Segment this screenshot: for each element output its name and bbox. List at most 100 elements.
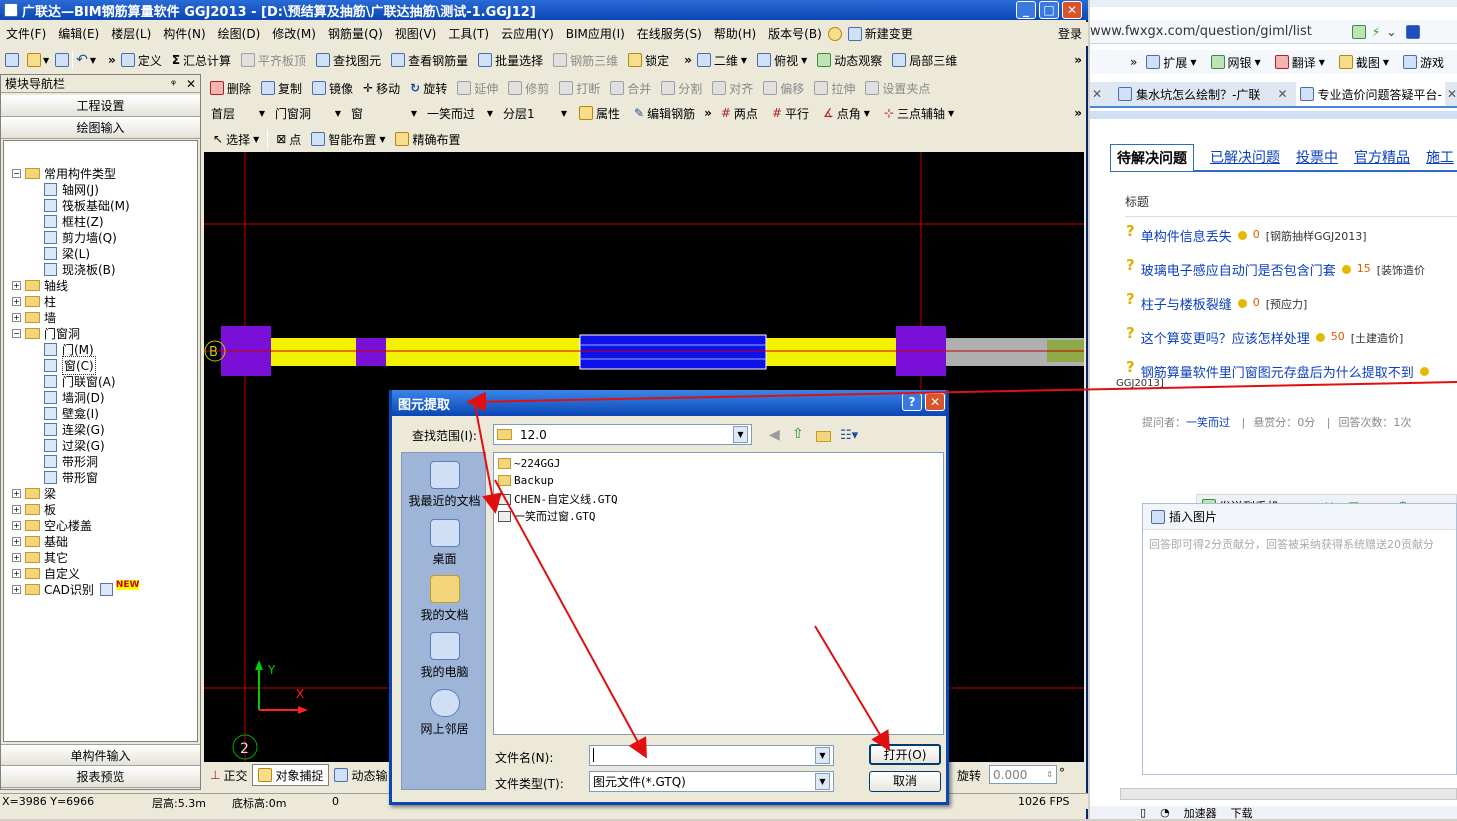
tree-node[interactable]: 剪力墙(Q) xyxy=(4,229,197,245)
category-select[interactable]: 门窗洞 ▼ xyxy=(272,104,344,123)
overflow-chevron-icon[interactable]: » xyxy=(1074,53,1082,67)
undo-dropdown-icon[interactable]: ▼ xyxy=(90,56,96,65)
open-folder-icon[interactable] xyxy=(27,53,41,67)
question-title-link[interactable]: 钢筋算量软件里门窗图元存盘后为什么提取不到 xyxy=(1141,362,1414,381)
tree-node[interactable]: + 柱 xyxy=(4,293,197,309)
tree-node[interactable]: 壁龛(I) xyxy=(4,405,197,421)
tab-sump[interactable]: 集水坑怎么绘制？-广联 xyxy=(1118,86,1277,103)
ebank-button[interactable]: 网银 ▼ xyxy=(1206,51,1266,73)
expand-icon[interactable]: + xyxy=(12,296,21,306)
find-element-button[interactable]: 查找图元 xyxy=(311,49,386,71)
search-engine-icon[interactable] xyxy=(1406,24,1421,39)
expand-icon[interactable]: + xyxy=(12,552,21,562)
tree-node[interactable]: 过梁(G) xyxy=(4,437,197,453)
place-my-computer[interactable]: 我的电脑 xyxy=(402,632,487,680)
tree-node[interactable]: + 轴线 xyxy=(4,277,197,293)
tab-close-icon[interactable]: ✕ xyxy=(1277,87,1287,101)
dialog-close-button[interactable]: ✕ xyxy=(925,393,945,411)
filetype-select[interactable]: 图元文件(*.GTQ) ▼ xyxy=(589,771,834,792)
overflow-chevron-icon[interactable]: » xyxy=(1074,106,1082,120)
single-component-input-button[interactable]: 单构件输入 xyxy=(1,744,200,766)
up-folder-icon[interactable]: ⇧ xyxy=(792,426,804,442)
lock-button[interactable]: 锁定 xyxy=(623,49,674,71)
menu-rebar[interactable]: 钢筋量(Q) xyxy=(322,22,389,46)
overflow-chevron-icon[interactable]: » xyxy=(1130,55,1137,69)
menu-help[interactable]: 帮助(H) xyxy=(708,22,762,46)
view-menu-icon[interactable]: ☷▾ xyxy=(840,428,858,443)
break-button[interactable]: 打断 xyxy=(554,77,605,99)
mirror-button[interactable]: 镜像 xyxy=(307,77,358,99)
tab-solved[interactable]: 已解决问题 xyxy=(1210,147,1280,167)
question-title-link[interactable]: 单构件信息丢失 xyxy=(1141,226,1232,245)
menu-edit[interactable]: 编辑(E) xyxy=(52,22,105,46)
spinner-icon[interactable]: ⇕ xyxy=(1046,770,1053,779)
extend-button[interactable]: 延伸 xyxy=(452,77,503,99)
copy-button[interactable]: 复制 xyxy=(256,77,307,99)
asker-name[interactable]: 一笑而过 xyxy=(1186,416,1230,429)
horizontal-scrollbar[interactable] xyxy=(1120,788,1457,800)
view-rebar-button[interactable]: 查看钢筋量 xyxy=(386,49,473,71)
tree-node[interactable]: + 自定义 xyxy=(4,565,197,581)
menu-tools[interactable]: 工具(T) xyxy=(442,22,495,46)
chevron-down-icon[interactable]: ⌄ xyxy=(1386,25,1396,39)
collapse-icon[interactable]: − xyxy=(12,168,21,178)
edit-rebar-button[interactable]: ✎ 编辑钢筋 xyxy=(629,102,700,124)
layer-select[interactable]: 分层1 ▼ xyxy=(500,104,570,123)
top-view-dropdown[interactable]: 俯视 ▼ xyxy=(752,49,812,71)
tree-node[interactable]: 筏板基础(M) xyxy=(4,197,197,213)
menu-draw[interactable]: 绘图(D) xyxy=(212,22,267,46)
type-select[interactable]: 窗 ▼ xyxy=(348,104,420,123)
status-icon[interactable]: ▯ xyxy=(1140,806,1146,819)
dynamic-orbit-button[interactable]: 动态观察 xyxy=(812,49,887,71)
summary-calc-button[interactable]: Σ 汇总计算 xyxy=(167,49,236,71)
tree-node[interactable]: 门(M) xyxy=(4,341,197,357)
file-item[interactable]: ~224GGJ xyxy=(498,457,560,470)
smart-layout-button[interactable]: 智能布置 ▼ xyxy=(306,128,390,150)
tab-official[interactable]: 官方精品 xyxy=(1354,147,1410,167)
flush-slab-button[interactable]: 平齐板顶 xyxy=(236,49,311,71)
2d-view-dropdown[interactable]: 二维 ▼ xyxy=(692,49,752,71)
tree-node[interactable]: 轴网(J) xyxy=(4,181,197,197)
extensions-button[interactable]: 扩展 ▼ xyxy=(1141,51,1201,73)
point-angle-button[interactable]: ∡ 点角 ▼ xyxy=(818,102,875,124)
expand-icon[interactable]: + xyxy=(12,520,21,530)
report-preview-button[interactable]: 报表预览 xyxy=(1,766,200,788)
tree-node[interactable]: + 其它 xyxy=(4,549,197,565)
expand-icon[interactable]: + xyxy=(12,488,21,498)
undo-icon[interactable]: ↶ xyxy=(76,52,88,68)
menu-modify[interactable]: 修改(M) xyxy=(266,22,322,46)
file-item[interactable]: 一笑而过窗.GTQ xyxy=(498,508,596,524)
tree-node[interactable]: + 板 xyxy=(4,501,197,517)
set-grip-button[interactable]: 设置夹点 xyxy=(860,77,935,99)
look-in-select[interactable]: 12.0 ▼ xyxy=(493,424,752,445)
collapse-icon[interactable]: − xyxy=(12,328,21,338)
delete-button[interactable]: 删除 xyxy=(205,77,256,99)
overflow-chevron-icon[interactable]: » xyxy=(108,53,116,67)
object-snap-toggle[interactable]: 对象捕捉 xyxy=(252,764,330,786)
file-item[interactable]: CHEN-自定义线.GTQ xyxy=(498,491,618,507)
help-button[interactable]: ? xyxy=(902,393,922,411)
menu-floor[interactable]: 楼层(L) xyxy=(105,22,157,46)
two-points-button[interactable]: # 两点 xyxy=(716,102,763,124)
align-button[interactable]: 对齐 xyxy=(707,77,758,99)
tree-node[interactable]: 现浇板(B) xyxy=(4,261,197,277)
tree-node[interactable]: 框柱(Z) xyxy=(4,213,197,229)
question-title-link[interactable]: 柱子与楼板裂缝 xyxy=(1141,294,1232,313)
component-select[interactable]: 一笑而过 ▼ xyxy=(424,104,496,123)
tree-node[interactable]: + 基础 xyxy=(4,533,197,549)
three-point-axis-button[interactable]: ⊹ 三点辅轴 ▼ xyxy=(879,102,959,124)
lightning-icon[interactable]: ⚡ xyxy=(1372,25,1380,39)
chevron-down-icon[interactable]: ▼ xyxy=(815,747,830,764)
move-button[interactable]: ✛ 移动 xyxy=(358,77,405,99)
download-link[interactable]: 下载 xyxy=(1231,805,1253,821)
tree-node[interactable]: − 常用构件类型 xyxy=(4,165,197,181)
question-title-link[interactable]: 这个算变更吗？应该怎样处理 xyxy=(1141,328,1310,347)
translate-button[interactable]: 翻译 ▼ xyxy=(1270,51,1330,73)
expand-icon[interactable]: + xyxy=(12,504,21,514)
dynamic-input-toggle[interactable]: 动态输 xyxy=(329,764,392,786)
close-button[interactable]: ✕ xyxy=(1062,1,1082,19)
expand-icon[interactable]: + xyxy=(12,568,21,578)
tree-node[interactable]: 梁(L) xyxy=(4,245,197,261)
parallel-button[interactable]: # 平行 xyxy=(767,102,814,124)
place-network[interactable]: 网上邻居 xyxy=(402,689,487,737)
